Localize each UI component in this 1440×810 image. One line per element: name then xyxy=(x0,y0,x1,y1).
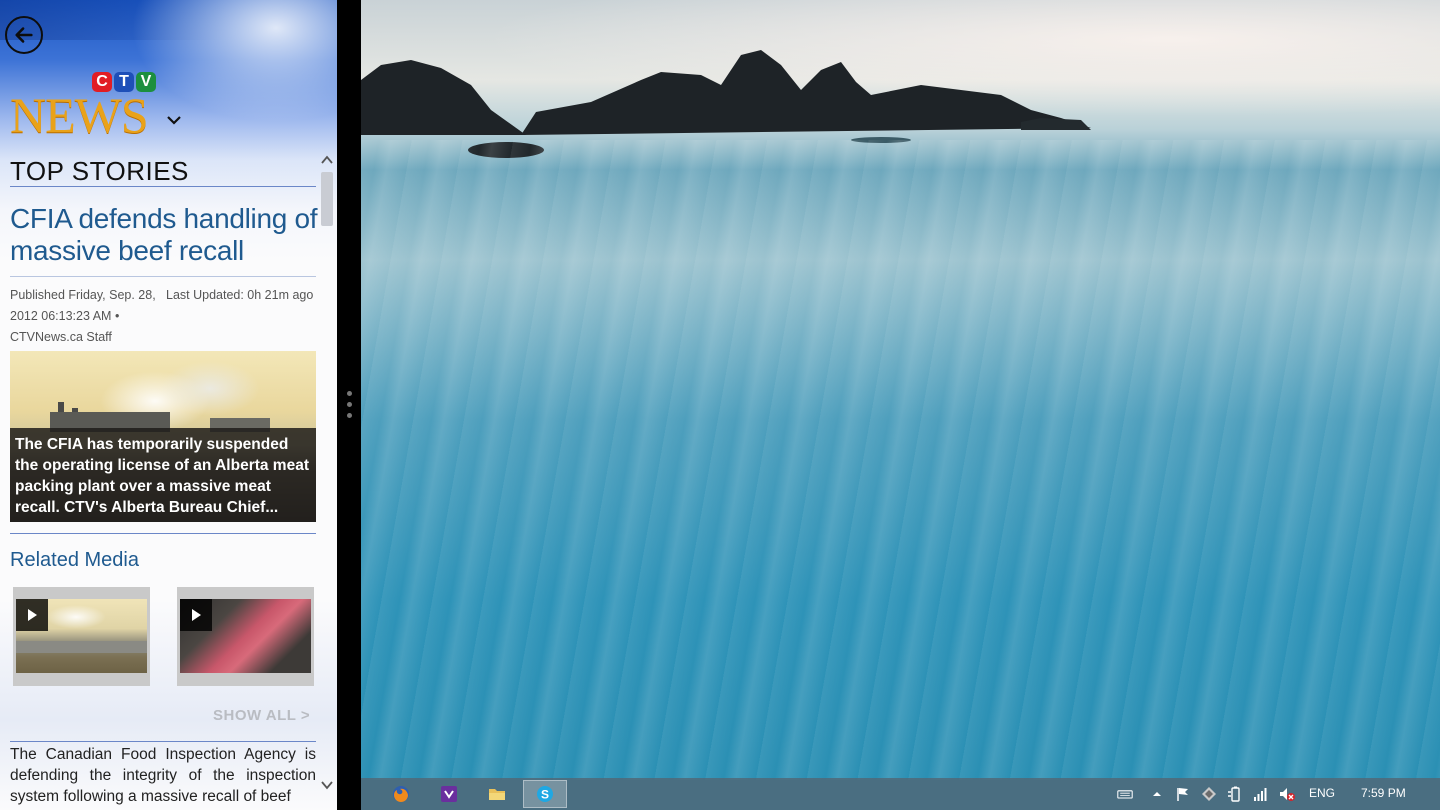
chevron-down-icon[interactable] xyxy=(166,114,182,126)
hero-image[interactable]: The CFIA has temporarily suspended the o… xyxy=(10,351,316,522)
action-center-flag-icon[interactable] xyxy=(1175,786,1191,802)
headline-divider xyxy=(10,276,316,277)
desktop-wallpaper xyxy=(361,0,1440,810)
network-signal-icon[interactable] xyxy=(1253,786,1269,802)
skype-icon: S xyxy=(537,786,553,802)
taskbar: S ENG 7:59 PM xyxy=(361,778,1440,810)
media-divider xyxy=(10,533,316,534)
header-band xyxy=(0,0,337,40)
touch-keyboard-icon[interactable] xyxy=(1115,786,1135,802)
firefox-icon xyxy=(393,786,409,802)
battery-plugged-icon[interactable] xyxy=(1227,786,1243,802)
tray-app-icon[interactable] xyxy=(1201,786,1217,802)
volume-muted-icon[interactable] xyxy=(1279,786,1295,802)
taskbar-firefox-button[interactable] xyxy=(379,780,423,808)
grip-dot xyxy=(347,402,352,407)
section-title: TOP STORIES xyxy=(10,156,189,186)
news-wordmark: NEWS xyxy=(10,87,149,143)
story-author: CTVNews.ca Staff xyxy=(10,330,112,344)
related-video-2[interactable] xyxy=(177,587,314,686)
story-headline: CFIA defends handling of massive beef re… xyxy=(10,203,318,266)
taskbar-file-explorer-button[interactable] xyxy=(475,780,519,808)
play-icon xyxy=(16,599,48,631)
scroll-down-icon[interactable] xyxy=(320,778,334,792)
section-divider xyxy=(10,186,316,187)
snap-divider[interactable] xyxy=(337,0,361,810)
water-streaks xyxy=(361,140,1440,780)
show-hidden-icons-icon[interactable] xyxy=(1151,786,1163,802)
clock[interactable]: 7:59 PM xyxy=(1361,786,1406,800)
show-all-link[interactable]: SHOW ALL > xyxy=(213,707,310,724)
scrollbar-thumb[interactable] xyxy=(321,172,333,226)
ctv-news-logo[interactable]: C T V NEWS xyxy=(10,72,160,142)
play-icon xyxy=(180,599,212,631)
story-body: The Canadian Food Inspection Agency is d… xyxy=(10,746,316,805)
hero-caption: The CFIA has temporarily suspended the o… xyxy=(10,428,316,522)
file-explorer-icon xyxy=(489,789,505,800)
published-date: Published Friday, Sep. 28, 2012 06:13:23… xyxy=(10,288,156,323)
related-media-title: Related Media xyxy=(10,549,139,571)
grip-dot xyxy=(347,413,352,418)
body-divider xyxy=(10,741,316,742)
input-language-indicator[interactable]: ENG xyxy=(1309,786,1335,800)
taskbar-visual-studio-button[interactable] xyxy=(427,780,471,808)
taskbar-skype-button[interactable]: S xyxy=(523,780,567,808)
svg-text:S: S xyxy=(541,788,549,802)
visual-studio-icon xyxy=(441,786,457,802)
back-button[interactable] xyxy=(5,16,43,54)
back-arrow-icon xyxy=(15,27,33,43)
last-updated: Last Updated: 0h 21m ago xyxy=(166,288,314,302)
scroll-up-icon[interactable] xyxy=(320,153,334,167)
story-meta: Published Friday, Sep. 28, 2012 06:13:23… xyxy=(10,285,320,348)
related-video-1[interactable] xyxy=(13,587,150,686)
ctv-news-app: C T V NEWS TOP STORIES CFIA defends hand… xyxy=(0,0,337,810)
grip-dot xyxy=(347,391,352,396)
